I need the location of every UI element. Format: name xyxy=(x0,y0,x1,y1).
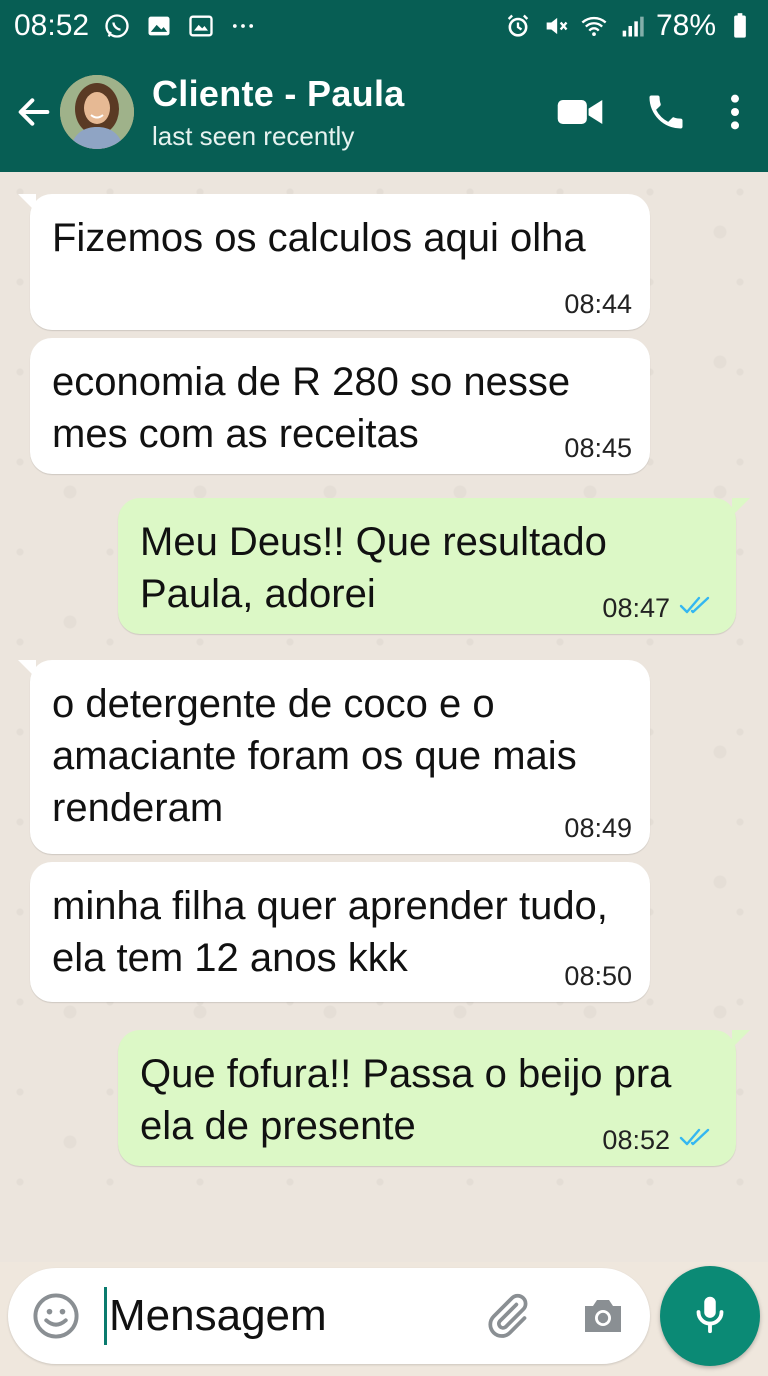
message-time: 08:47 xyxy=(602,592,670,623)
outgoing-message[interactable]: Meu Deus!! Que resultado Paula, adorei 0… xyxy=(118,498,750,634)
attach-icon[interactable] xyxy=(479,1288,535,1344)
emoji-icon[interactable] xyxy=(30,1290,82,1342)
outgoing-message[interactable]: Que fofura!! Passa o beijo pra ela de pr… xyxy=(118,1030,750,1166)
message-time: 08:50 xyxy=(564,961,632,991)
video-call-icon[interactable] xyxy=(556,92,604,132)
phone-icon[interactable] xyxy=(644,90,688,134)
camera-icon[interactable] xyxy=(575,1288,631,1344)
mic-icon xyxy=(687,1291,733,1342)
incoming-message[interactable]: o detergente de coco e o amaciante foram… xyxy=(18,660,650,854)
battery-icon xyxy=(726,12,754,40)
mute-icon xyxy=(542,12,570,40)
menu-dots-icon[interactable] xyxy=(728,92,742,132)
contact-name[interactable]: Cliente - Paula xyxy=(152,73,405,115)
chat-header: Cliente - Paula last seen recently xyxy=(0,52,768,172)
message-text: Fizemos os calculos aqui olha xyxy=(52,216,586,260)
message-text: o detergente de coco e o amaciante foram… xyxy=(52,682,577,830)
contact-status: last seen recently xyxy=(152,120,355,151)
wifi-icon xyxy=(580,12,608,40)
signal-icon xyxy=(618,12,646,40)
avatar[interactable] xyxy=(60,75,134,149)
message-input[interactable] xyxy=(109,1291,469,1341)
message-text: economia de R 280 so nesse mes com as re… xyxy=(52,360,571,456)
whatsapp-icon xyxy=(103,12,131,40)
incoming-message[interactable]: Fizemos os calculos aqui olha 08:44 xyxy=(18,194,650,330)
image-icon xyxy=(145,12,173,40)
status-bar: 08:52 78% xyxy=(0,0,768,52)
back-arrow-icon[interactable] xyxy=(8,82,60,142)
message-composer xyxy=(8,1268,650,1364)
message-time: 08:45 xyxy=(564,433,632,463)
message-text: minha filha quer aprender tudo, ela tem … xyxy=(52,884,608,980)
incoming-message[interactable]: minha filha quer aprender tudo, ela tem … xyxy=(30,862,650,1002)
mic-button[interactable] xyxy=(660,1266,760,1366)
alarm-icon xyxy=(504,12,532,40)
gallery-icon xyxy=(187,12,215,40)
message-list[interactable]: Fizemos os calculos aqui olha 08:44 econ… xyxy=(0,172,768,1262)
status-time: 08:52 xyxy=(14,9,90,42)
more-dots-icon xyxy=(229,12,257,40)
message-time: 08:52 xyxy=(602,1124,670,1155)
battery-percent: 78% xyxy=(655,9,716,42)
text-cursor xyxy=(104,1287,107,1345)
incoming-message[interactable]: economia de R 280 so nesse mes com as re… xyxy=(30,338,650,474)
double-check-read-icon xyxy=(678,593,718,622)
message-time: 08:44 xyxy=(564,289,632,319)
double-check-read-icon xyxy=(678,1125,718,1154)
message-time: 08:49 xyxy=(564,813,632,843)
